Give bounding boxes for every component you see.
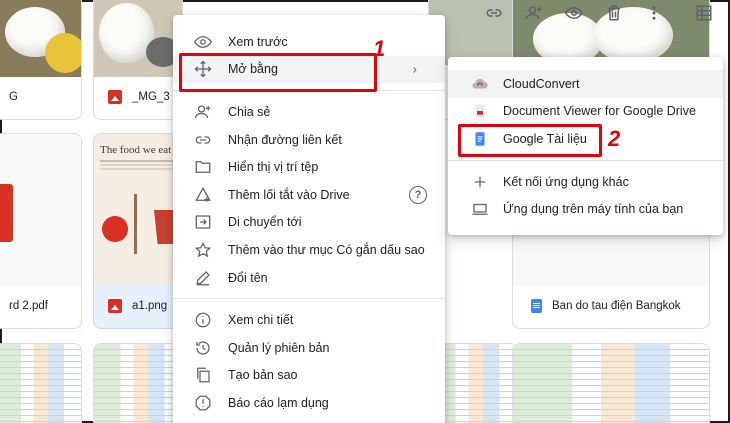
menu-item-star[interactable]: Thêm vào thư mục Có gắn dấu sao (173, 236, 445, 264)
file-card[interactable] (93, 343, 183, 423)
history-icon (193, 338, 213, 358)
google-doc-file-icon (531, 299, 542, 313)
menu-item-label: Thêm lối tắt vào Drive (228, 187, 350, 202)
pencil-icon (193, 268, 213, 288)
file-footer: G (0, 75, 81, 119)
preview-eye-icon[interactable] (554, 2, 594, 24)
menu-item-report-abuse[interactable]: Báo cáo lạm dụng (173, 389, 445, 417)
file-name: a1.png (132, 300, 168, 312)
file-thumbnail (94, 0, 182, 77)
menu-item-label: Thêm vào thư mục Có gắn dấu sao (228, 242, 425, 257)
image-file-icon (108, 299, 122, 313)
open-with-submenu: CloudConvert Document Viewer for Google … (448, 57, 723, 235)
file-card[interactable] (0, 343, 82, 423)
menu-item-show-location[interactable]: Hiển thị vị trí tệp (173, 153, 445, 181)
submenu-item-cloudconvert[interactable]: CloudConvert (448, 70, 723, 98)
file-name: rd 2.pdf (9, 300, 48, 312)
menu-item-share[interactable]: Chia sẻ (173, 98, 445, 126)
menu-item-label: Hiển thị vị trí tệp (228, 160, 319, 175)
file-footer: Ban do tau điện Bangkok (513, 284, 709, 328)
file-footer: _MG_3 (94, 75, 182, 119)
google-docs-icon (470, 129, 490, 149)
file-thumbnail (513, 344, 709, 423)
menu-item-open-with[interactable]: Mở bằng › (173, 55, 445, 84)
plus-icon (470, 172, 490, 192)
menu-item-move-to[interactable]: Di chuyển tới (173, 209, 445, 237)
menu-item-label: Quản lý phiên bản (228, 340, 330, 355)
move-arrows-icon (193, 59, 213, 79)
menu-divider (448, 159, 723, 161)
submenu-item-desktop-apps[interactable]: Ứng dụng trên máy tính của bạn (448, 195, 723, 223)
file-card[interactable] (512, 343, 710, 423)
menu-item-label: Document Viewer for Google Drive (503, 104, 696, 119)
file-thumbnail (0, 0, 81, 77)
add-person-icon[interactable] (514, 2, 554, 24)
folder-icon (193, 157, 213, 177)
file-name: G (9, 91, 18, 103)
file-thumbnail (94, 344, 182, 423)
eye-icon (193, 32, 213, 52)
menu-item-add-shortcut[interactable]: Thêm lối tắt vào Drive ? (173, 181, 445, 209)
menu-item-make-copy[interactable]: Tạo bản sao (173, 362, 445, 390)
add-shortcut-icon (193, 185, 213, 205)
submenu-item-document-viewer[interactable]: Document Viewer for Google Drive (448, 98, 723, 126)
submenu-item-google-docs[interactable]: Google Tài liệu (448, 125, 723, 153)
file-footer: a1.png (94, 284, 182, 328)
menu-item-label: Google Tài liệu (503, 131, 587, 146)
file-thumbnail: The food we eat (94, 134, 182, 286)
thumbnail-title: The food we eat (100, 144, 172, 156)
menu-divider (173, 298, 445, 300)
file-thumbnail (0, 134, 81, 286)
menu-item-label: Xem chi tiết (228, 313, 294, 328)
link-icon[interactable] (474, 2, 514, 24)
menu-item-label: Xem trước (228, 34, 288, 49)
file-card[interactable]: _MG_3 (93, 0, 183, 120)
info-icon (193, 310, 213, 330)
menu-item-label: CloudConvert (503, 76, 580, 91)
menu-item-get-link[interactable]: Nhận đường liên kết (173, 126, 445, 154)
menu-item-label: Kết nối ứng dụng khác (503, 174, 629, 189)
top-toolbar (474, 2, 724, 24)
trash-icon[interactable] (594, 2, 634, 24)
report-icon (193, 393, 213, 413)
chevron-right-icon: › (412, 61, 417, 77)
file-footer: rd 2.pdf (0, 284, 81, 328)
menu-item-preview[interactable]: Xem trước (173, 28, 445, 56)
star-icon (193, 240, 213, 260)
step-number-1: 1 (373, 36, 386, 61)
menu-item-label: Di chuyển tới (228, 215, 302, 230)
file-name: _MG_3 (132, 91, 170, 103)
image-file-icon (108, 90, 122, 104)
menu-item-label: Mở bằng (228, 62, 278, 77)
menu-item-label: Đổi tên (228, 270, 268, 285)
context-menu: Xem trước Mở bằng › Chia sẻ Nhận đường l… (173, 15, 445, 423)
menu-divider (173, 90, 445, 92)
file-thumbnail (0, 344, 81, 423)
file-card-selected[interactable]: The food we eat a1.png (93, 133, 183, 329)
file-card[interactable]: rd 2.pdf (0, 133, 82, 329)
file-card[interactable]: G (0, 0, 82, 120)
menu-item-label: Ứng dụng trên máy tính của bạn (503, 202, 684, 217)
grid-view-icon[interactable] (684, 2, 724, 24)
link-icon (193, 130, 213, 150)
document-viewer-icon (470, 101, 490, 121)
menu-item-label: Nhận đường liên kết (228, 132, 342, 147)
more-vert-icon[interactable] (634, 2, 674, 24)
add-person-icon (193, 102, 213, 122)
menu-item-label: Tạo bản sao (228, 368, 298, 383)
submenu-item-connect-apps[interactable]: Kết nối ứng dụng khác (448, 168, 723, 196)
help-icon[interactable]: ? (409, 185, 427, 204)
menu-item-rename[interactable]: Đổi tên (173, 264, 445, 292)
file-name: Ban do tau điện Bangkok (552, 300, 681, 312)
step-number-2: 2 (608, 126, 621, 151)
menu-item-label: Báo cáo lạm dụng (228, 395, 329, 410)
menu-item-details[interactable]: Xem chi tiết (173, 306, 445, 334)
laptop-icon (470, 199, 490, 219)
menu-item-versions[interactable]: Quản lý phiên bản (173, 334, 445, 362)
menu-item-label: Chia sẻ (228, 104, 271, 119)
cloudconvert-icon (470, 74, 490, 94)
move-to-icon (193, 212, 213, 232)
copy-icon (193, 365, 213, 385)
